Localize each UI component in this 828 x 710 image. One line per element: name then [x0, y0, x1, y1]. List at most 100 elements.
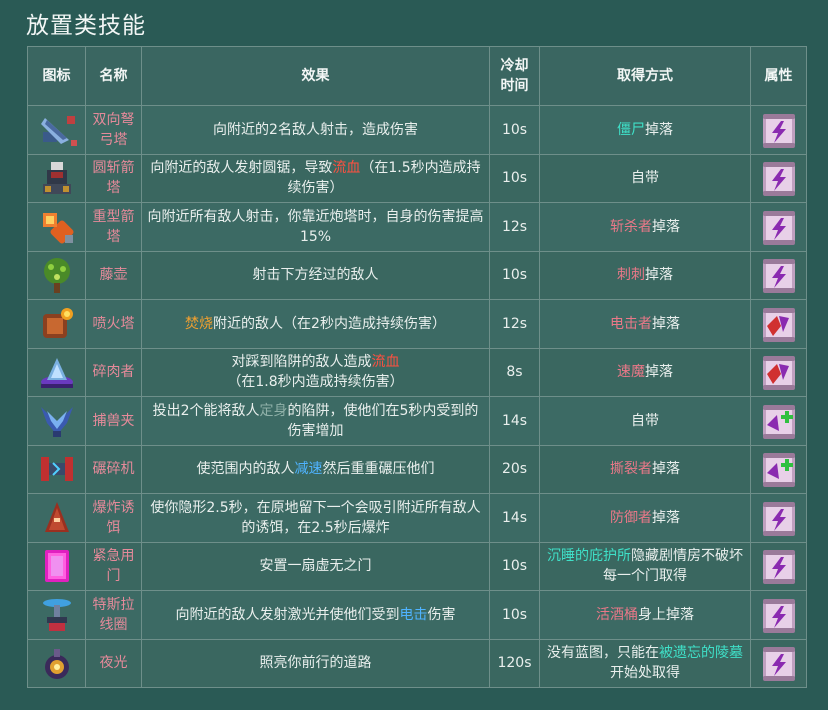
skill-name: 重型箭塔: [85, 202, 142, 252]
red-purple-scroll-icon: [750, 299, 807, 349]
obtain-text: 掉落: [645, 364, 673, 381]
obtain-text: 防御者: [610, 509, 652, 526]
purple-lightning-scroll-icon: [750, 250, 807, 300]
obtain-text: 没有蓝图，只能在: [547, 645, 659, 662]
skill-effect: 安置一扇虚无之门: [141, 541, 490, 591]
skill-cooldown: 10s: [489, 153, 540, 203]
skill-effect: 向附近所有敌人射击，你靠近炮塔时，自身的伤害提高15%: [141, 202, 490, 252]
effect-text: 焚烧: [185, 315, 214, 332]
effect-text: 射击下方经过的敌人: [252, 267, 379, 284]
table-row: 夜光 照亮你前行的道路 120s 没有蓝图，只能在被遗忘的陵墓开始处取得: [27, 638, 807, 688]
purple-green-scroll-icon: [750, 396, 807, 446]
obtain-text: 自带: [631, 412, 659, 429]
obtain-text: 撕裂者: [610, 461, 652, 478]
effect-text: 使你隐形2.5秒，在原地留下一个会吸引附近所有敌人的诱饵，在2.5秒后爆炸: [150, 499, 481, 536]
skill-cooldown: 14s: [489, 493, 540, 543]
effect-text: 向附近的敌人发射激光并使他们受到: [175, 606, 400, 623]
obtain-text: 活酒桶: [596, 606, 638, 623]
skill-name: 夜光: [85, 638, 142, 688]
skill-effect: 射击下方经过的敌人: [141, 250, 490, 300]
crossbow-tower-icon: [27, 105, 86, 155]
skill-cooldown: 20s: [489, 444, 540, 494]
skill-effect: 对踩到陷阱的敌人造成流血 （在1.8秒内造成持续伤害）: [141, 347, 490, 397]
skill-name: 喷火塔: [85, 299, 142, 349]
skill-name: 紧急用门: [85, 541, 142, 591]
effect-text: 流血: [332, 160, 361, 177]
table-row: 碾碎机 使范围内的敌人减速然后重重碾压他们 20s 撕裂者掉落: [27, 444, 807, 494]
header-icon: 图标: [27, 46, 86, 106]
night-light-icon: [27, 638, 86, 688]
effect-text: 伤害: [427, 606, 456, 623]
skill-effect: 焚烧附近的敌人（在2秒内造成持续伤害）: [141, 299, 490, 349]
skill-effect: 投出2个能将敌人定身的陷阱，使他们在5秒内受到的伤害增加: [141, 396, 490, 446]
purple-green-scroll-icon: [750, 444, 807, 494]
purple-lightning-scroll-icon: [750, 638, 807, 688]
effect-text: 向附近的2名敌人射击，造成伤害: [213, 121, 418, 138]
obtain-text: 掉落: [645, 121, 673, 138]
effect-text: 使范围内的敌人: [196, 461, 295, 478]
obtain-text: 身上掉落: [638, 606, 694, 623]
skill-obtain: 斩杀者掉落: [539, 202, 751, 252]
header-attr: 属性: [750, 46, 807, 106]
effect-text: 照亮你前行的道路: [259, 655, 372, 672]
skill-cooldown: 10s: [489, 105, 540, 155]
obtain-text: 掉落: [652, 509, 680, 526]
effect-text: 定身: [259, 402, 288, 419]
table-header-row: 图标 名称 效果 冷却 时间 取得方式 属性: [27, 46, 807, 106]
skill-obtain: 电击者掉落: [539, 299, 751, 349]
table-row: 喷火塔 焚烧附近的敌人（在2秒内造成持续伤害） 12s 电击者掉落: [27, 299, 807, 349]
skill-cooldown: 14s: [489, 396, 540, 446]
obtain-text: 掉落: [652, 218, 680, 235]
table-row: 藤壶 射击下方经过的敌人 10s 刺刺掉落: [27, 250, 807, 300]
header-cooldown: 冷却 时间: [489, 46, 540, 106]
skill-cooldown: 12s: [489, 202, 540, 252]
effect-text: 对踩到陷阱的敌人造成: [231, 354, 372, 371]
table-row: 捕兽夹 投出2个能将敌人定身的陷阱，使他们在5秒内受到的伤害增加 14s 自带: [27, 396, 807, 446]
saw-tower-icon: [27, 153, 86, 203]
skill-cooldown: 12s: [489, 299, 540, 349]
table-row: 重型箭塔 向附近所有敌人射击，你靠近炮塔时，自身的伤害提高15% 12s 斩杀者掉落: [27, 202, 807, 252]
obtain-text: 电击者: [610, 315, 652, 332]
skill-name: 碎肉者: [85, 347, 142, 397]
skill-obtain: 活酒桶身上掉落: [539, 590, 751, 640]
purple-lightning-scroll-icon: [750, 590, 807, 640]
vine-pot-icon: [27, 250, 86, 300]
header-obtain: 取得方式: [539, 46, 751, 106]
table-row: 圆斩箭塔 向附近的敌人发射圆锯，导致流血（在1.5秒内造成持续伤害） 10s 自带: [27, 153, 807, 203]
effect-text: 流血: [371, 354, 400, 371]
obtain-text: 自带: [631, 170, 659, 187]
skill-name: 圆斩箭塔: [85, 153, 142, 203]
effect-text: 的陷阱，使他们在5秒内受到的伤害增加: [287, 402, 479, 439]
decoy-icon: [27, 493, 86, 543]
skill-cooldown: 120s: [489, 638, 540, 688]
wolf-trap-icon: [27, 396, 86, 446]
skill-effect: 照亮你前行的道路: [141, 638, 490, 688]
skill-effect: 使你隐形2.5秒，在原地留下一个会吸引附近所有敌人的诱饵，在2.5秒后爆炸: [141, 493, 490, 543]
red-purple-scroll-icon: [750, 347, 807, 397]
flamethrower-tower-icon: [27, 299, 86, 349]
purple-lightning-scroll-icon: [750, 541, 807, 591]
obtain-text: 掉落: [652, 315, 680, 332]
header-name: 名称: [85, 46, 142, 106]
skill-cooldown: 10s: [489, 250, 540, 300]
obtain-text: 开始处取得: [610, 665, 680, 682]
effect-text: 附近的敌人（在2秒内造成持续伤害）: [213, 315, 446, 332]
table-row: 紧急用门 安置一扇虚无之门 10s 沉睡的庇护所隐藏剧情房不破坏每一个门取得: [27, 541, 807, 591]
effect-text: 向附近所有敌人射击，你靠近炮塔时，自身的伤害提高15%: [147, 208, 484, 245]
skill-cooldown: 10s: [489, 541, 540, 591]
obtain-text: 沉睡的庇护所: [547, 548, 631, 565]
heavy-crossbow-icon: [27, 202, 86, 252]
effect-text: 减速: [294, 461, 323, 478]
page-title: 放置类技能: [26, 13, 146, 39]
table-row: 爆炸诱饵 使你隐形2.5秒，在原地留下一个会吸引附近所有敌人的诱饵，在2.5秒后爆…: [27, 493, 807, 543]
table-row: 碎肉者 对踩到陷阱的敌人造成流血（在1.8秒内造成持续伤害） 8s 速魔掉落: [27, 347, 807, 397]
skill-obtain: 没有蓝图，只能在被遗忘的陵墓开始处取得: [539, 638, 751, 688]
purple-lightning-scroll-icon: [750, 202, 807, 252]
obtain-text: 斩杀者: [610, 218, 652, 235]
tesla-coil-icon: [27, 590, 86, 640]
effect-text: 然后重重碾压他们: [322, 461, 435, 478]
crusher-icon: [27, 444, 86, 494]
header-effect: 效果: [141, 46, 490, 106]
emergency-door-icon: [27, 541, 86, 591]
skill-name: 捕兽夹: [85, 396, 142, 446]
